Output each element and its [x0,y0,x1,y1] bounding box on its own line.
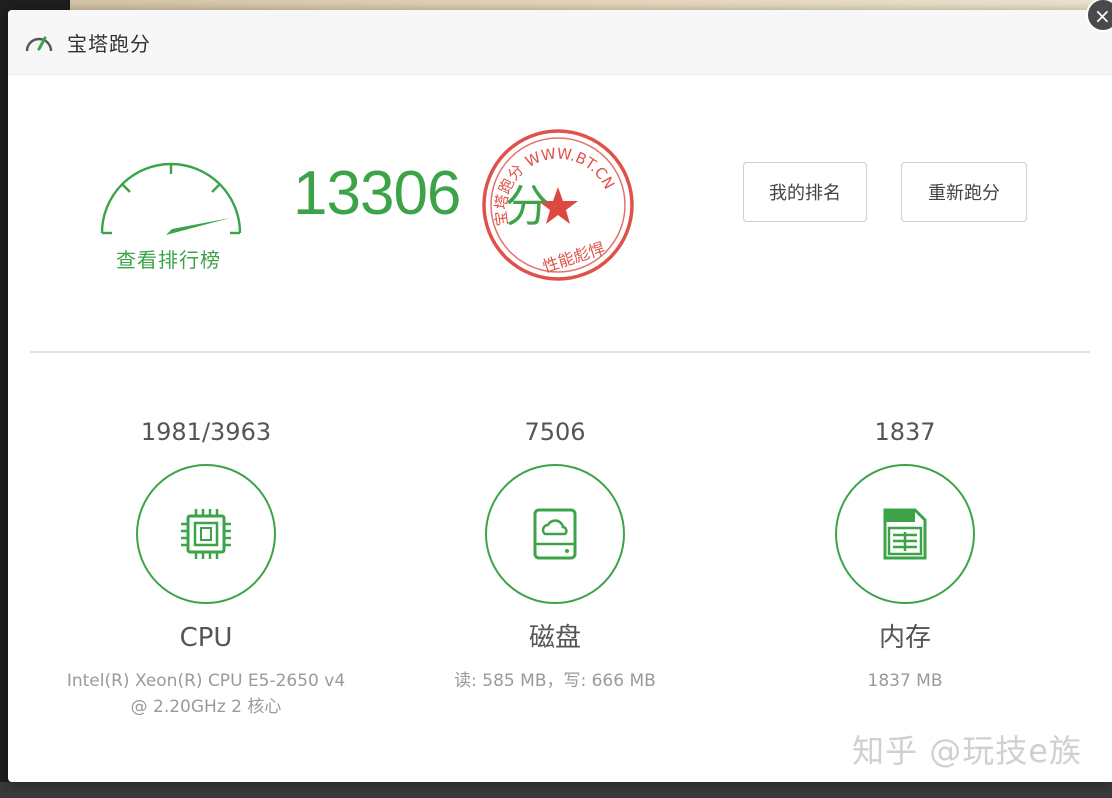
rerun-benchmark-button[interactable]: 重新跑分 [901,162,1027,222]
memory-icon [835,464,975,604]
score-unit: 分 [505,181,549,232]
cpu-score: 1981/3963 [140,418,272,446]
dialog-title: 宝塔跑分 [67,31,151,56]
disk-score: 7506 [524,418,586,446]
metric-cpu: 1981/3963 CPU Intel(R) Xeon(R) CPU E5-26… [56,412,356,720]
disk-label: 磁盘 [528,623,581,653]
metric-disk: 7506 磁盘 读: 585 MB，写: 666 MB [405,412,705,694]
cpu-detail: Intel(R) Xeon(R) CPU E5-2650 v4 @ 2.20GH… [66,671,346,717]
metric-memory: 1837 内存 1837 MB [755,412,1055,694]
my-rank-button[interactable]: 我的排名 [743,162,867,222]
score-value: 13306 [293,159,461,228]
background-page-footer [0,782,1112,798]
dialog-header: 宝塔跑分 [8,10,1112,75]
cpu-icon [136,464,276,604]
watermark: 知乎 @玩技e族 [852,732,1082,770]
bt-stamp: 宝塔跑分 WWW.BT.CN 性能彪悍 [478,125,638,285]
divider [30,351,1090,353]
benchmark-dialog: 宝塔跑分 查看排行榜 13306 宝塔跑分 WWW.BT.CN 性能彪悍 分 我… [8,10,1112,782]
speedometer-icon [23,28,55,56]
memory-score: 1837 [874,418,936,446]
memory-detail: 1837 MB [867,671,943,691]
disk-icon [485,464,625,604]
ranking-link[interactable]: 查看排行榜 [116,244,221,273]
cpu-label: CPU [179,623,233,653]
memory-label: 内存 [878,623,931,653]
disk-detail: 读: 585 MB，写: 666 MB [454,671,656,691]
